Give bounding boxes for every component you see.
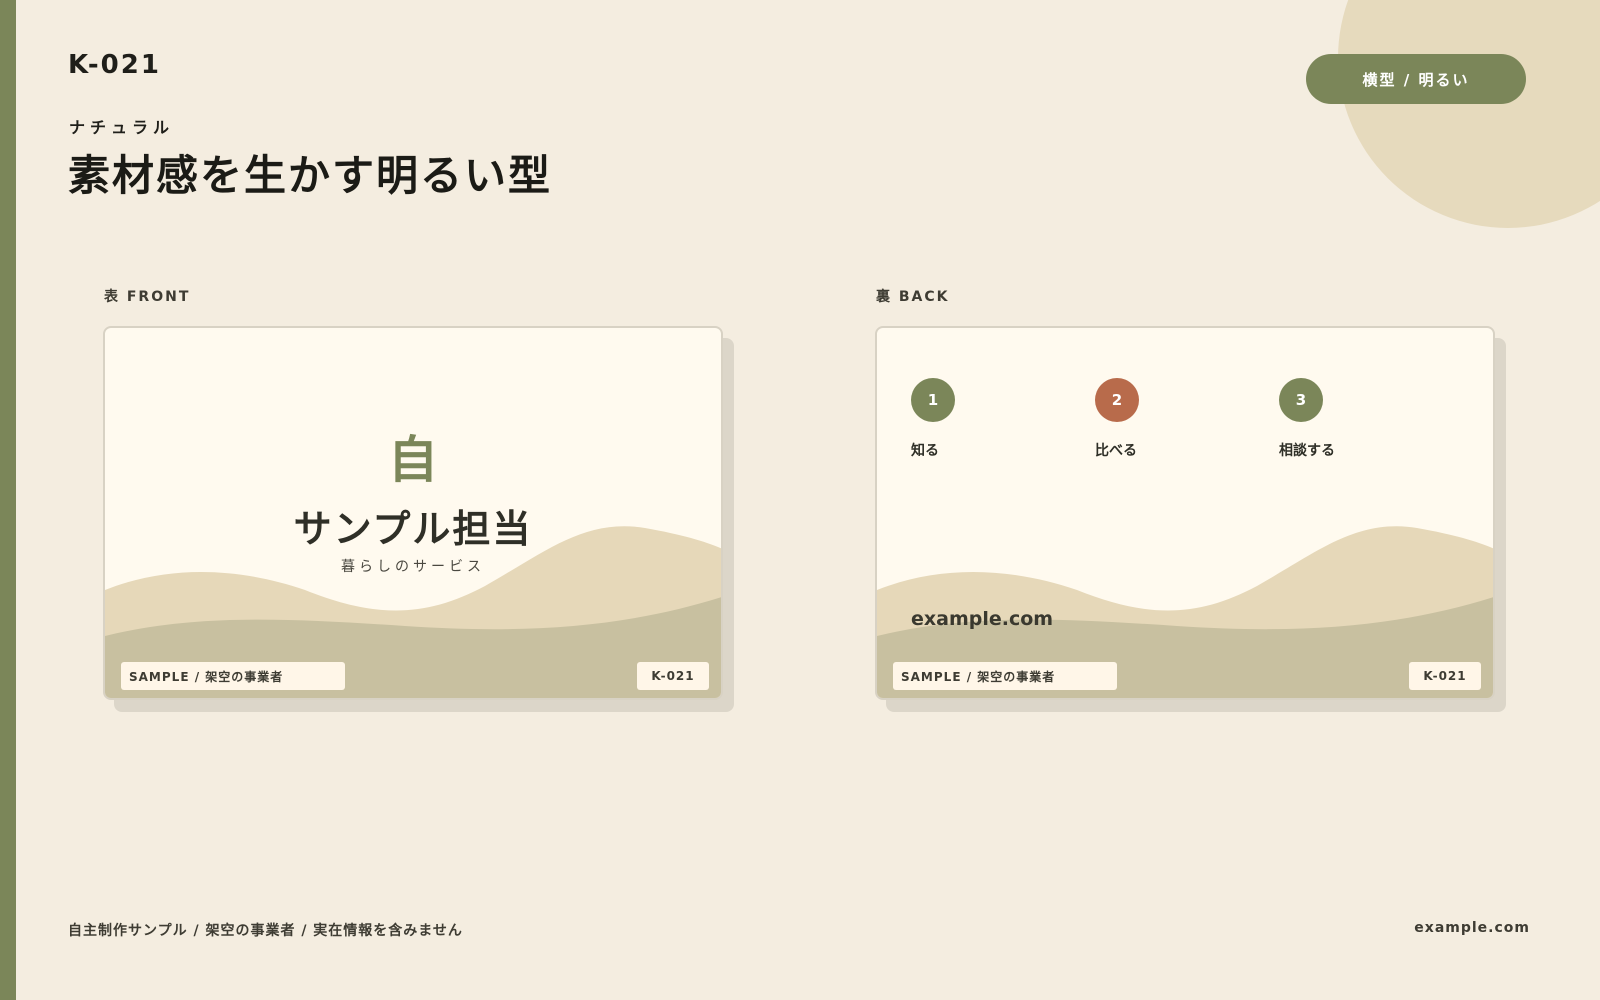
template-subtitle: ナチュラル bbox=[69, 118, 175, 137]
step-2-number: 2 bbox=[1095, 378, 1139, 422]
decorative-circle bbox=[1338, 0, 1600, 228]
step-1-label: 知る bbox=[911, 443, 939, 459]
page-title: 素材感を生かす明るい型 bbox=[68, 151, 553, 200]
front-sample-tag: SAMPLE / 架空の事業者 bbox=[121, 662, 345, 690]
back-section-label: 裏 BACK bbox=[876, 289, 950, 305]
back-card: 1 知る 2 比べる 3 相談する example.com SAMPLE / 架… bbox=[875, 326, 1495, 700]
step-3-number: 3 bbox=[1279, 378, 1323, 422]
footer-url: example.com bbox=[1414, 920, 1530, 936]
front-logo-kanji: 自 bbox=[388, 430, 438, 489]
template-code: K-021 bbox=[68, 50, 161, 80]
step-1: 1 知る bbox=[911, 378, 955, 460]
left-accent-bar bbox=[0, 0, 16, 1000]
front-name: サンプル担当 bbox=[293, 506, 533, 551]
style-badge: 横型 / 明るい bbox=[1306, 54, 1526, 104]
step-3: 3 相談する bbox=[1279, 378, 1335, 460]
front-code-tag: K-021 bbox=[637, 662, 709, 690]
step-3-label: 相談する bbox=[1279, 443, 1335, 459]
step-1-number: 1 bbox=[911, 378, 955, 422]
back-sample-tag: SAMPLE / 架空の事業者 bbox=[893, 662, 1117, 690]
step-2: 2 比べる bbox=[1095, 378, 1139, 460]
step-2-label: 比べる bbox=[1095, 443, 1137, 459]
footer-disclaimer: 自主制作サンプル / 架空の事業者 / 実在情報を含みません bbox=[68, 923, 463, 939]
back-code-tag: K-021 bbox=[1409, 662, 1481, 690]
front-service: 暮らしのサービス bbox=[341, 559, 485, 575]
front-card: 自 サンプル担当 暮らしのサービス SAMPLE / 架空の事業者 K-021 bbox=[103, 326, 723, 700]
front-section-label: 表 FRONT bbox=[104, 289, 191, 305]
back-wave-decoration bbox=[877, 526, 1493, 698]
back-url: example.com bbox=[911, 608, 1054, 630]
